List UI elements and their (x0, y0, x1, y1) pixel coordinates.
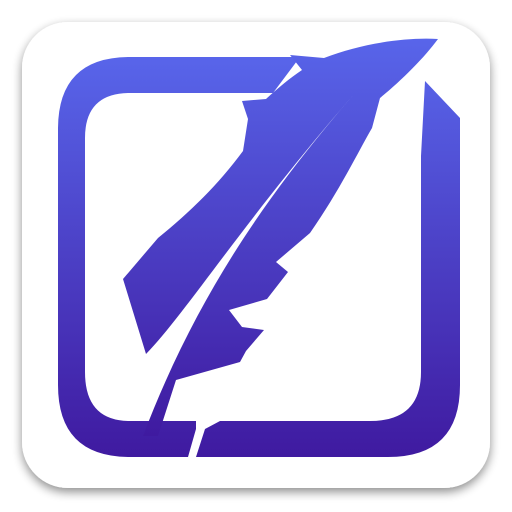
app-icon-graphic (22, 22, 490, 488)
app-icon[interactable] (0, 0, 512, 512)
